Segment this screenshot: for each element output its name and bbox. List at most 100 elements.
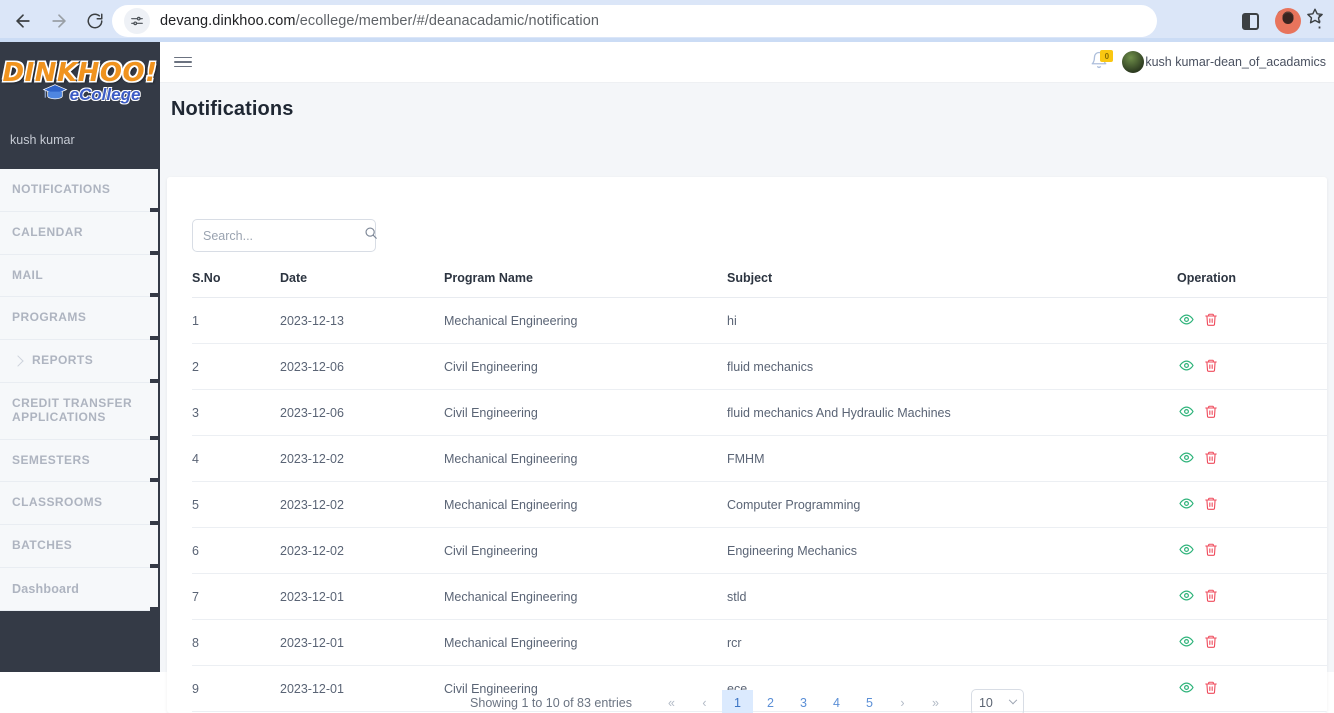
pagination-prev[interactable]: ‹: [689, 690, 720, 713]
sidebar-item-classrooms[interactable]: CLASSROOMS: [0, 482, 158, 525]
cell-subject: fluid mechanics And Hydraulic Machines: [727, 390, 1177, 436]
table-row: 22023-12-06Civil Engineeringfluid mechan…: [192, 344, 1327, 390]
hamburger-icon[interactable]: [174, 57, 192, 68]
split-view-icon[interactable]: [1233, 4, 1267, 38]
trash-icon[interactable]: [1204, 496, 1218, 514]
cell-sno: 1: [192, 298, 280, 344]
cell-sno: 7: [192, 574, 280, 620]
browser-toolbar: devang.dinkhoo.com/ecollege/member/#/dea…: [0, 0, 1334, 42]
pagination-last[interactable]: »: [920, 690, 951, 713]
url-host: devang.dinkhoo.com: [160, 13, 296, 29]
sidebar-item-reports[interactable]: REPORTS: [0, 340, 158, 383]
trash-icon[interactable]: [1204, 542, 1218, 560]
cell-subject: stld: [727, 574, 1177, 620]
sidebar-item-calendar[interactable]: CALENDAR: [0, 212, 158, 255]
chevron-right-icon: [12, 355, 23, 366]
pagination-next[interactable]: ›: [887, 690, 918, 713]
table-header-row: S.No Date Program Name Subject Operation: [192, 271, 1327, 298]
eye-icon[interactable]: [1179, 588, 1194, 606]
table-row: 32023-12-06Civil Engineeringfluid mechan…: [192, 390, 1327, 436]
column-header-subject[interactable]: Subject: [727, 271, 1177, 298]
sidebar-item-label: Dashboard: [12, 582, 79, 596]
profile-avatar[interactable]: [1275, 8, 1301, 34]
cell-subject: Computer Programming: [727, 482, 1177, 528]
column-header-date[interactable]: Date: [280, 271, 444, 298]
sidebar: DINKHOO! eCollege kush kumar NOTIFICATIO…: [0, 42, 160, 672]
notification-count-badge: 0: [1100, 50, 1113, 62]
table-row: 42023-12-02Mechanical EngineeringFMHM: [192, 436, 1327, 482]
sidebar-item-notifications[interactable]: NOTIFICATIONS: [0, 169, 158, 212]
sidebar-item-semesters[interactable]: SEMESTERS: [0, 440, 158, 483]
sidebar-item-programs[interactable]: PROGRAMS: [0, 297, 158, 340]
eye-icon[interactable]: [1179, 404, 1194, 422]
trash-icon[interactable]: [1204, 588, 1218, 606]
cell-sno: 8: [192, 620, 280, 666]
cell-operation: [1177, 620, 1327, 666]
eye-icon[interactable]: [1179, 358, 1194, 376]
trash-icon[interactable]: [1204, 404, 1218, 422]
pagination-page-5[interactable]: 5: [854, 690, 885, 713]
cell-date: 2023-12-13: [280, 298, 444, 344]
cell-operation: [1177, 574, 1327, 620]
search-input[interactable]: [203, 229, 364, 243]
search-icon[interactable]: [364, 226, 378, 245]
user-menu[interactable]: kush kumar-dean_of_acadamics: [1122, 51, 1326, 73]
eye-icon[interactable]: [1179, 542, 1194, 560]
pagination-page-4[interactable]: 4: [821, 690, 852, 713]
search-row: [167, 177, 1327, 252]
url-path: /ecollege/member/#/deanacadamic/notifica…: [296, 13, 599, 29]
pagination-page-2[interactable]: 2: [755, 690, 786, 713]
app-logo[interactable]: DINKHOO! eCollege: [0, 42, 160, 117]
cell-program: Mechanical Engineering: [444, 298, 727, 344]
reload-icon[interactable]: [78, 4, 112, 38]
sidebar-item-label: CREDIT TRANSFER APPLICATIONS: [12, 397, 158, 425]
cell-operation: [1177, 344, 1327, 390]
trash-icon[interactable]: [1204, 634, 1218, 652]
cell-program: Mechanical Engineering: [444, 574, 727, 620]
search-box[interactable]: [192, 219, 376, 252]
sidebar-item-credit-transfer-applications[interactable]: CREDIT TRANSFER APPLICATIONS: [0, 383, 158, 440]
graduation-cap-icon: [42, 83, 68, 106]
pagination-page-3[interactable]: 3: [788, 690, 819, 713]
sidebar-item-mail[interactable]: MAIL: [0, 255, 158, 298]
sidebar-item-dashboard[interactable]: Dashboard: [0, 568, 158, 611]
pagination-first[interactable]: «: [656, 690, 687, 713]
back-arrow-icon[interactable]: [6, 4, 40, 38]
sidebar-nav: NOTIFICATIONS CALENDAR MAIL PROGRAMS REP…: [0, 169, 158, 611]
cell-sno: 5: [192, 482, 280, 528]
table-row: 72023-12-01Mechanical Engineeringstld: [192, 574, 1327, 620]
forward-arrow-icon[interactable]: [42, 4, 76, 38]
eye-icon[interactable]: [1179, 496, 1194, 514]
trash-icon[interactable]: [1204, 312, 1218, 330]
top-bar-right: 0 kush kumar-dean_of_acadamics: [1090, 51, 1334, 73]
user-menu-label: kush kumar-dean_of_acadamics: [1145, 55, 1326, 69]
address-bar[interactable]: devang.dinkhoo.com/ecollege/member/#/dea…: [112, 5, 1157, 37]
page-header: Notifications: [160, 83, 1334, 135]
column-header-program[interactable]: Program Name: [444, 271, 727, 298]
sidebar-item-label: PROGRAMS: [12, 311, 86, 325]
eye-icon[interactable]: [1179, 450, 1194, 468]
eye-icon[interactable]: [1179, 312, 1194, 330]
cell-date: 2023-12-01: [280, 574, 444, 620]
content-card: S.No Date Program Name Subject Operation…: [167, 177, 1327, 713]
cell-subject: hi: [727, 298, 1177, 344]
sidebar-item-label: BATCHES: [12, 539, 72, 553]
cell-date: 2023-12-02: [280, 528, 444, 574]
column-header-sno[interactable]: S.No: [192, 271, 280, 298]
trash-icon[interactable]: [1204, 450, 1218, 468]
sidebar-username: kush kumar: [0, 117, 160, 147]
cell-operation: [1177, 298, 1327, 344]
sidebar-item-label: MAIL: [12, 269, 43, 283]
cell-sno: 4: [192, 436, 280, 482]
user-avatar: [1122, 51, 1144, 73]
sidebar-item-batches[interactable]: BATCHES: [0, 525, 158, 568]
three-dot-menu-icon[interactable]: ⋮: [1309, 13, 1330, 30]
table-row: 62023-12-02Civil EngineeringEngineering …: [192, 528, 1327, 574]
trash-icon[interactable]: [1204, 358, 1218, 376]
cell-program: Mechanical Engineering: [444, 620, 727, 666]
notifications-bell[interactable]: 0: [1090, 51, 1112, 73]
page-size-select[interactable]: 10: [971, 689, 1024, 713]
pagination-page-1[interactable]: 1: [722, 690, 753, 713]
eye-icon[interactable]: [1179, 634, 1194, 652]
site-settings-icon[interactable]: [124, 8, 150, 34]
